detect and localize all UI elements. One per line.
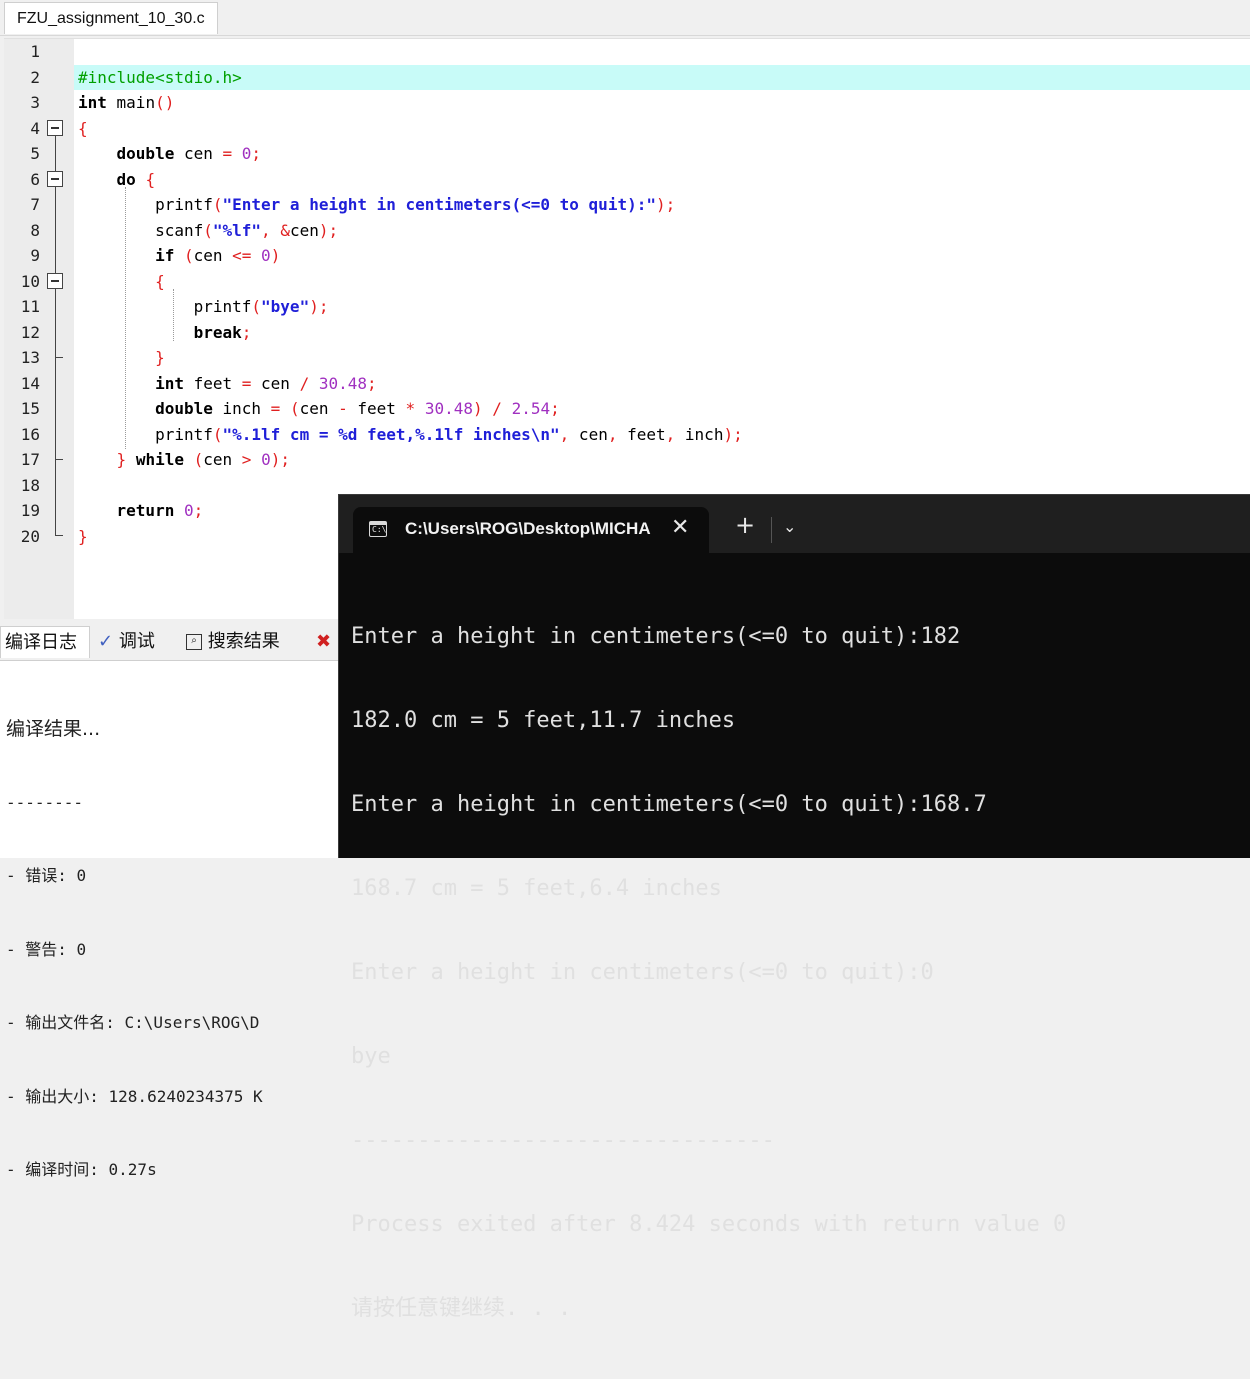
compile-log-panel: 编译日志 ✓ 调试 ⌕ 搜索结果 ✖ 编译结果... -------- - 错误…	[0, 624, 340, 1179]
close-icon[interactable]: ✕	[671, 515, 689, 540]
checkmark-icon: ✓	[98, 631, 114, 652]
line-number-gutter: 1 2 3 4 5 6 7 8 9 10 11 12 13 14 15 16 1…	[4, 39, 74, 619]
search-icon: ⌕	[186, 634, 202, 650]
terminal-tab[interactable]: C:\ C:\Users\ROG\Desktop\MICHA ✕	[353, 507, 709, 553]
fold-end-marker	[55, 357, 63, 358]
code-line: return 0;	[116, 501, 204, 520]
file-tab-bar: FZU_assignment_10_30.c	[0, 0, 1250, 36]
output-line: Enter a height in centimeters(<=0 to qui…	[351, 624, 961, 649]
code-line: {	[155, 271, 165, 291]
output-line: Enter a height in centimeters(<=0 to qui…	[351, 792, 987, 817]
line-number: 4	[30, 118, 40, 138]
plus-icon[interactable]: +	[735, 513, 755, 537]
tab-label: 编译日志	[5, 632, 77, 653]
line-number: 12	[20, 322, 40, 342]
tab-label: 调试	[118, 631, 155, 652]
line-number: 7	[30, 195, 40, 214]
fold-end-marker	[55, 459, 63, 460]
code-line: } while (cen > 0);	[116, 450, 290, 469]
tab-label: 搜索结果	[207, 631, 280, 652]
line-number: 13	[20, 348, 40, 367]
tab-debug[interactable]: ✓ 调试	[94, 626, 176, 658]
code-line: do {	[116, 169, 156, 189]
output-line: 182.0 cm = 5 feet,11.7 inches	[351, 708, 736, 733]
chevron-down-icon[interactable]: ⌄	[783, 517, 796, 536]
output-line: Enter a height in centimeters(<=0 to qui…	[351, 960, 934, 985]
terminal-icon: C:\	[369, 521, 387, 537]
line-number: 18	[20, 475, 40, 495]
file-tab[interactable]: FZU_assignment_10_30.c	[4, 2, 218, 34]
line-number: 1	[30, 42, 40, 61]
code-line: double inch = (cen - feet * 30.48) / 2.5…	[155, 399, 560, 418]
code-line: #include<stdio.h>	[78, 67, 242, 87]
line-number: 17	[20, 450, 40, 469]
tab-separator	[771, 517, 772, 543]
log-line: - 编译时间: 0.27s	[6, 1160, 157, 1179]
tab-search-results[interactable]: ⌕ 搜索结果	[182, 626, 306, 658]
line-number: 3	[30, 93, 40, 112]
line-number: 16	[20, 424, 40, 444]
code-line: printf("bye");	[78, 297, 329, 316]
line-number: 9	[30, 246, 40, 265]
code-line: }	[78, 526, 88, 546]
code-line: if (cen <= 0)	[155, 246, 281, 265]
terminal-tab-title: C:\Users\ROG\Desktop\MICHA	[405, 519, 651, 538]
code-line: printf("%.1lf cm = %d feet,%.1lf inches\…	[78, 424, 743, 444]
line-number: 8	[30, 220, 40, 240]
code-line: }	[155, 348, 165, 367]
code-line: int main()	[78, 93, 175, 112]
fold-end-marker	[55, 535, 63, 536]
bottom-tab-bar: 编译日志 ✓ 调试 ⌕ 搜索结果 ✖	[0, 624, 340, 661]
fold-minus-icon[interactable]	[47, 273, 63, 289]
fold-minus-icon[interactable]	[47, 171, 63, 187]
output-line: 168.7 cm = 5 feet,6.4 inches	[351, 876, 722, 901]
line-number: 10	[20, 271, 40, 291]
log-line: - 错误: 0	[6, 866, 87, 885]
line-number: 11	[20, 297, 40, 316]
line-number: 20	[20, 526, 40, 546]
line-number: 15	[20, 399, 40, 418]
code-line: double cen = 0;	[116, 144, 262, 163]
line-number: 2	[30, 67, 40, 87]
log-line: - 警告: 0	[6, 939, 87, 959]
code-line: break;	[193, 322, 252, 342]
close-red-icon[interactable]: ✖	[312, 626, 340, 658]
line-number: 5	[30, 144, 40, 163]
output-line: Process exited after 8.424 seconds with …	[351, 1212, 1067, 1237]
tab-compile-log[interactable]: 编译日志	[0, 626, 90, 658]
output-line: 请按任意键继续. . .	[351, 1296, 572, 1321]
log-line: - 输出大小: 128.6240234375 K	[6, 1086, 263, 1106]
terminal-output: Enter a height in centimeters(<=0 to qui…	[351, 567, 1066, 1379]
log-line: --------	[6, 792, 84, 812]
terminal-titlebar: C:\ C:\Users\ROG\Desktop\MICHA ✕ + ⌄	[339, 495, 1250, 553]
line-number: 19	[20, 501, 40, 520]
code-line: {	[78, 118, 88, 138]
code-line: printf("Enter a height in centimeters(<=…	[78, 195, 676, 214]
terminal-window[interactable]: C:\ C:\Users\ROG\Desktop\MICHA ✕ + ⌄ Ent…	[338, 494, 1250, 1321]
output-line: --------------------------------	[351, 1128, 775, 1153]
line-number: 6	[30, 169, 40, 189]
output-line: bye	[351, 1044, 391, 1069]
line-number: 14	[20, 373, 40, 393]
code-line: scanf("%lf", &cen);	[78, 220, 339, 240]
code-line: int feet = cen / 30.48;	[155, 373, 377, 393]
log-line: - 输出文件名: C:\Users\ROG\D	[6, 1013, 260, 1032]
fold-line	[55, 131, 56, 535]
log-line: 编译结果...	[6, 718, 101, 740]
fold-minus-icon[interactable]	[47, 120, 63, 136]
compile-log: 编译结果... -------- - 错误: 0 - 警告: 0 - 输出文件名…	[6, 668, 263, 1232]
